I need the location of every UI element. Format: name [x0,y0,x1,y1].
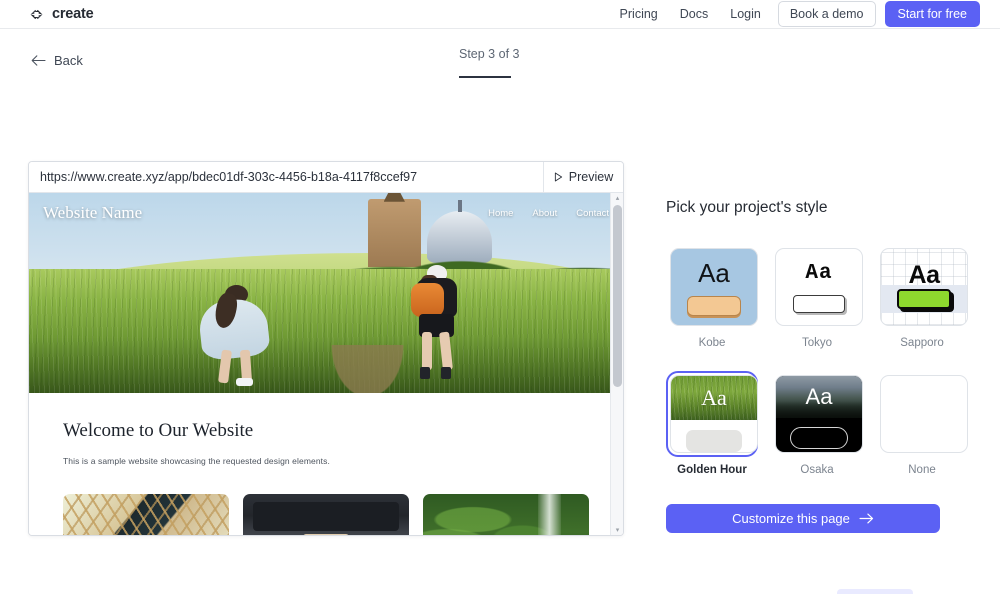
website-gallery [63,494,589,535]
start-for-free-button[interactable]: Start for free [884,1,980,27]
hiker-figure-right [397,265,474,380]
book-a-demo-pill[interactable]: Book a demo [836,589,913,594]
step-indicator-underline [459,76,511,78]
nav-link-login[interactable]: Login [719,7,772,21]
style-sample-strip [881,285,967,313]
gallery-image-waterfall [423,494,589,535]
style-picker-panel: Pick your project's style Aa Kobe Aa Tok… [666,199,968,594]
style-swatch-wrap-kobe: Aa [666,244,758,330]
hiker-figure-left [189,281,278,387]
style-label-sapporo: Sapporo [900,337,944,349]
style-sample-button [793,294,845,313]
play-triangle-icon [554,172,562,182]
style-swatch-golden-hour[interactable]: Aa [670,375,758,453]
style-option-kobe[interactable]: Aa Kobe [666,244,758,349]
website-navbar: Website Name Home About Contact [29,193,623,233]
style-swatch-wrap-golden-hour: Aa [666,371,758,457]
style-label-none: None [908,464,936,476]
style-swatch-kobe[interactable]: Aa [670,248,758,326]
style-sample-photo: Aa [776,376,862,418]
brand-name: create [52,6,94,22]
style-sample-text: Aa [805,261,833,285]
arrow-right-icon [859,513,874,524]
hero-section: Website Name Home About Contact [29,193,623,393]
top-navigation-bar: create Pricing Docs Login Book a demo St… [0,0,1000,29]
customize-this-page-button[interactable]: Customize this page [666,504,940,533]
rendered-website: Website Name Home About Contact Welcome … [29,193,623,535]
preview-scrollbar[interactable]: ▴ ▾ [610,193,623,535]
scroll-down-arrow-icon[interactable]: ▾ [614,527,621,534]
style-option-sapporo[interactable]: Aa Sapporo [876,244,968,349]
nav-link-pricing[interactable]: Pricing [609,7,669,21]
step-indicator: Step 3 of 3 [459,47,520,78]
brand-logo[interactable]: create [28,6,94,23]
url-input[interactable]: https://www.create.xyz/app/bdec01df-303c… [29,162,543,192]
style-swatch-wrap-tokyo: Aa [771,244,863,330]
header-nav-group: Pricing Docs Login Book a demo Start for… [609,1,980,27]
preview-scrollbar-thumb[interactable] [613,205,622,387]
style-swatch-none[interactable] [880,375,968,453]
website-nav-home[interactable]: Home [488,208,513,219]
website-nav-about[interactable]: About [532,208,557,219]
website-body: Welcome to Our Website This is a sample … [29,393,623,535]
style-swatch-tokyo[interactable]: Aa [775,248,863,326]
style-grid-row-1: Aa Kobe Aa Tokyo Aa Sapporo [666,244,968,349]
style-sample-text: Aa [701,385,727,410]
style-option-none[interactable]: None [876,371,968,476]
scroll-up-arrow-icon[interactable]: ▴ [614,195,621,202]
style-swatch-wrap-none [876,371,968,457]
book-a-demo-button[interactable]: Book a demo [777,1,876,27]
style-label-golden-hour: Golden Hour [677,464,747,476]
wizard-step-row: Back Step 3 of 3 [0,29,1000,91]
website-nav-contact[interactable]: Contact [576,208,609,219]
style-option-tokyo[interactable]: Aa Tokyo [771,244,863,349]
style-sample-button [686,430,742,452]
preview-button-label: Preview [568,170,614,184]
style-label-tokyo: Tokyo [801,337,833,349]
nav-link-docs[interactable]: Docs [669,7,719,21]
website-title: Website Name [43,203,143,222]
preview-button[interactable]: Preview [543,162,623,192]
style-sample-text: Aa [698,258,730,288]
gallery-image-bridge [63,494,229,535]
website-paragraph: This is a sample website showcasing the … [63,456,330,466]
panel-title: Pick your project's style [666,199,828,216]
gallery-image-interior [243,494,409,535]
customize-button-label: Customize this page [732,511,850,526]
arrow-left-icon [31,55,46,66]
website-nav-links: Home About Contact [488,208,609,219]
back-button[interactable]: Back [31,53,83,68]
back-label: Back [54,53,83,68]
own-brand-row: Use your own brand Book a demo [666,589,968,594]
style-option-golden-hour[interactable]: Aa Golden Hour [666,371,758,476]
style-sample-text: Aa [805,384,833,409]
style-swatch-wrap-osaka: Aa [771,371,863,457]
style-swatch-sapporo[interactable]: Aa [880,248,968,326]
create-diamond-logo-icon [30,9,43,19]
website-preview-frame: https://www.create.xyz/app/bdec01df-303c… [28,161,624,536]
style-sample-button [897,289,951,309]
style-grid-row-2: Aa Golden Hour Aa Osaka None [666,371,968,476]
style-sample-photo: Aa [671,376,757,420]
style-swatch-osaka[interactable]: Aa [775,375,863,453]
style-sample-button [687,296,741,316]
style-label-osaka: Osaka [800,464,834,476]
style-swatch-wrap-sapporo: Aa [876,244,968,330]
website-heading: Welcome to Our Website [63,420,254,441]
preview-url-bar: https://www.create.xyz/app/bdec01df-303c… [29,162,623,193]
style-option-osaka[interactable]: Aa Osaka [771,371,863,476]
style-label-kobe: Kobe [698,337,726,349]
step-indicator-label: Step 3 of 3 [459,47,520,61]
style-sample-button [790,427,848,449]
